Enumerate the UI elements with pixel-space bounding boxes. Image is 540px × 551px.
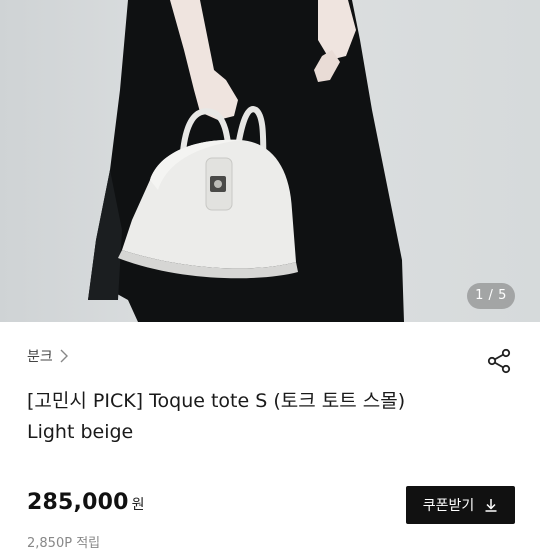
chevron-right-icon	[60, 349, 68, 363]
brand-link[interactable]: 분크	[27, 346, 69, 366]
product-title-main: [고민시 PICK] Toque tote S (토크 토트 스몰)	[27, 390, 406, 412]
product-title-option: Light beige	[27, 421, 134, 443]
price-value: 285,000	[27, 490, 129, 515]
image-counter: 1 / 5	[467, 283, 515, 309]
product-image-carousel[interactable]: 1 / 5	[0, 0, 540, 322]
reward-points: 2,850P 적립	[27, 536, 101, 551]
coupon-button-label: 쿠폰받기	[422, 498, 475, 514]
share-icon[interactable]	[486, 348, 512, 374]
price-currency: 원	[131, 497, 145, 513]
brand-name: 분크	[27, 349, 53, 365]
product-title: [고민시 PICK] Toque tote S (토크 토트 스몰) Light…	[27, 386, 517, 448]
coupon-download-button[interactable]: 쿠폰받기	[406, 486, 515, 524]
price: 285,000 원	[27, 490, 145, 515]
product-photo	[88, 0, 404, 322]
download-icon	[485, 499, 497, 512]
